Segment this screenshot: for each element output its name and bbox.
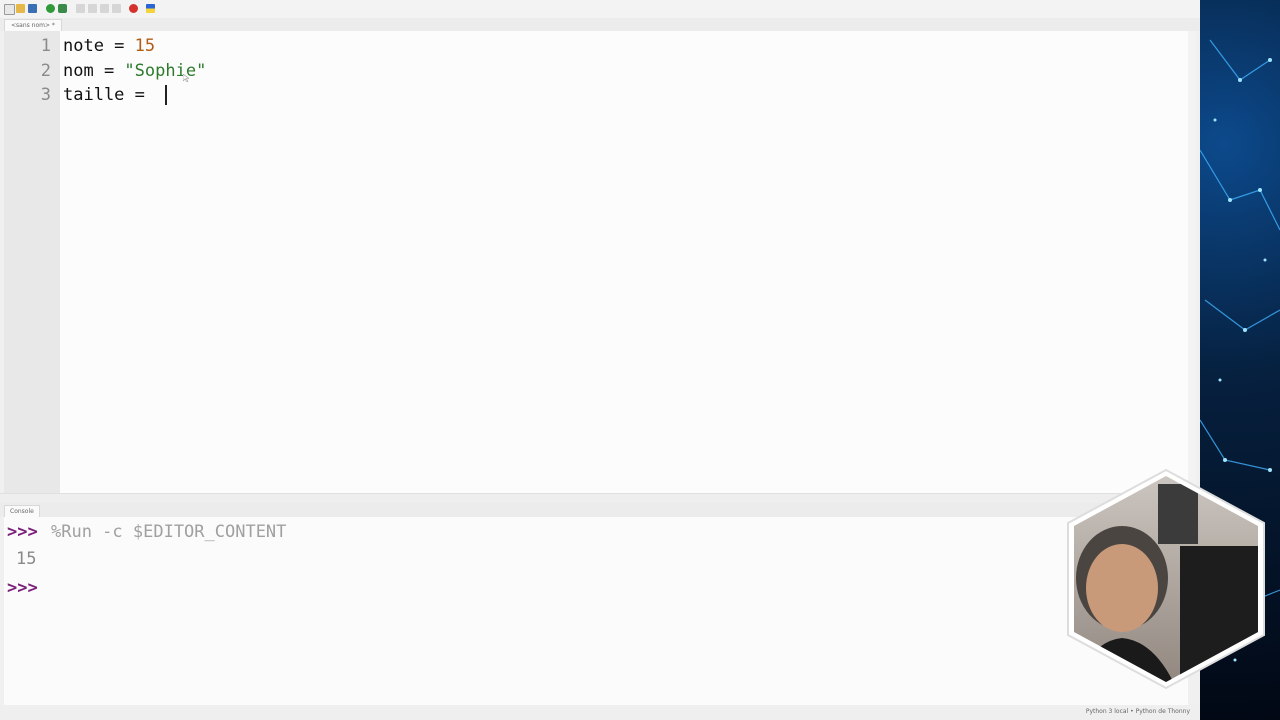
editor-scrollbar[interactable]: [1188, 31, 1196, 493]
toolbar: [0, 0, 1200, 19]
code-line[interactable]: note = 15: [63, 36, 155, 56]
code-token-string: "Sophie": [124, 61, 207, 81]
save-icon[interactable]: [28, 4, 37, 13]
code-token: note =: [63, 36, 135, 56]
resume-icon[interactable]: [112, 4, 121, 13]
shell-console[interactable]: >>> %Run -c $EDITOR_CONTENT 15 >>>: [4, 517, 1188, 705]
code-line[interactable]: taille =: [63, 85, 167, 105]
run-icon[interactable]: [46, 4, 55, 13]
line-number-gutter: 1 2 3: [4, 31, 60, 493]
shell-prompt: >>>: [7, 522, 38, 542]
new-file-icon[interactable]: [4, 4, 15, 15]
step-over-icon[interactable]: [76, 4, 85, 13]
program-output: 15: [16, 549, 37, 569]
run-command-text: %Run -c $EDITOR_CONTENT: [51, 522, 287, 542]
stop-icon[interactable]: [129, 4, 138, 13]
debug-icon[interactable]: [58, 4, 67, 13]
line-number: 2: [40, 61, 51, 81]
console-tabbar: Console: [0, 503, 1200, 517]
thonny-window: <sans nom> * 1 2 3 note = 15 nom = "Soph…: [0, 0, 1200, 720]
line-number: 3: [40, 85, 51, 105]
open-file-icon[interactable]: [16, 4, 25, 13]
line-number: 1: [40, 36, 51, 56]
status-bar: Python 3 local • Python de Thonny: [0, 705, 1200, 720]
editor-tabbar: <sans nom> *: [0, 18, 1200, 31]
text-caret: [165, 85, 167, 105]
code-token: nom =: [63, 61, 125, 81]
support-ukraine-icon[interactable]: [146, 4, 155, 13]
presenter-webcam-overlay: [1067, 468, 1265, 690]
editor-tab[interactable]: <sans nom> *: [4, 19, 62, 31]
step-out-icon[interactable]: [100, 4, 109, 13]
mouse-pointer-icon: [183, 74, 189, 82]
console-tab[interactable]: Console: [4, 505, 40, 517]
shell-prompt[interactable]: >>>: [7, 578, 38, 598]
interpreter-status[interactable]: Python 3 local • Python de Thonny: [1086, 708, 1190, 715]
step-into-icon[interactable]: [88, 4, 97, 13]
code-token-number: 15: [134, 36, 156, 56]
code-token: taille =: [63, 85, 156, 105]
code-editor[interactable]: 1 2 3 note = 15 nom = "Sophie" taille =: [4, 31, 1188, 493]
